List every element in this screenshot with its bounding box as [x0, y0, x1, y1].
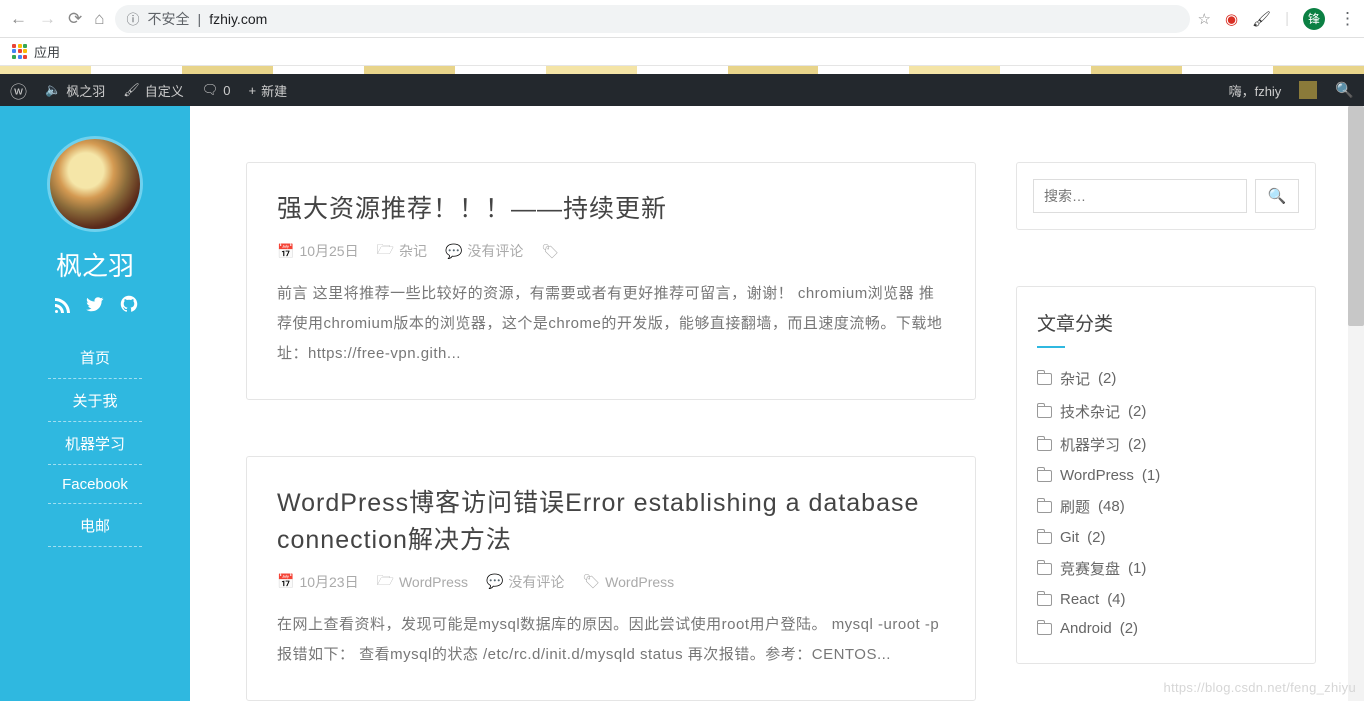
site-menu: 首页 关于我 机器学习 Facebook 电邮 — [0, 336, 190, 547]
separator: | — [198, 11, 202, 27]
folder-icon — [1037, 532, 1052, 544]
category-item[interactable]: React (4) — [1037, 585, 1295, 614]
post-card: WordPress博客访问错误Error establishing a data… — [246, 456, 976, 701]
category-list: 杂记 (2) 技术杂记 (2) 机器学习 (2) WordPress (1) 刷… — [1037, 362, 1295, 643]
page-layout: 枫之羽 首页 关于我 机器学习 Facebook 电邮 强大资源推荐！！！——持… — [0, 106, 1364, 701]
category-item[interactable]: WordPress (1) — [1037, 461, 1295, 490]
nav-buttons: ← → ⟳ ⌂ — [8, 7, 107, 31]
apps-label[interactable]: 应用 — [34, 42, 60, 61]
profile-avatar[interactable]: 锋 — [1303, 8, 1325, 30]
toolbar-icons: ☆ ◉ 🖌 | 锋 ⋮ — [1198, 8, 1357, 30]
menu-home[interactable]: 首页 — [0, 336, 190, 379]
post-excerpt: 前言 这里将推荐一些比较好的资源，有需要或者有更好推荐可留言，谢谢！ chrom… — [277, 279, 945, 369]
watermark: https://blog.csdn.net/feng_zhiyu — [1164, 680, 1356, 695]
folder-icon — [1037, 373, 1052, 385]
category-item[interactable]: Android (2) — [1037, 614, 1295, 643]
scrollbar-thumb[interactable] — [1348, 106, 1364, 326]
apps-icon[interactable] — [12, 44, 28, 60]
title-underline — [1037, 346, 1065, 348]
admin-greeting[interactable]: 嗨，fzhiy — [1229, 81, 1282, 100]
post-excerpt: 在网上查看资料，发现可能是mysql数据库的原因。因此尝试使用root用户登陆。… — [277, 610, 945, 670]
post-meta: 📅 10月25日 🗁 杂记 💬 没有评论 🏷 — [277, 239, 945, 263]
folder-icon — [1037, 563, 1052, 575]
widget-title: 文章分类 — [1037, 309, 1295, 336]
admin-avatar[interactable] — [1299, 81, 1317, 99]
site-sidebar: 枫之羽 首页 关于我 机器学习 Facebook 电邮 — [0, 106, 190, 701]
main-content: 强大资源推荐！！！——持续更新 📅 10月25日 🗁 杂记 💬 没有评论 🏷 前… — [190, 106, 1364, 701]
admin-site-link[interactable]: 🔈 枫之羽 — [45, 81, 105, 100]
color-strip — [0, 66, 1364, 74]
post-list: 强大资源推荐！！！——持续更新 📅 10月25日 🗁 杂记 💬 没有评论 🏷 前… — [246, 162, 976, 701]
folder-icon — [1037, 501, 1052, 513]
right-sidebar: 🔍 文章分类 杂记 (2) 技术杂记 (2) 机器学习 (2) WordPres… — [1016, 162, 1316, 701]
post-comments[interactable]: 💬 没有评论 — [445, 241, 523, 261]
rss-icon[interactable] — [52, 295, 70, 318]
menu-about[interactable]: 关于我 — [0, 379, 190, 422]
admin-search-icon[interactable]: 🔍 — [1335, 81, 1354, 99]
site-avatar[interactable] — [47, 136, 143, 232]
scrollbar[interactable] — [1348, 106, 1364, 701]
post-title[interactable]: WordPress博客访问错误Error establishing a data… — [277, 485, 945, 558]
post-date: 📅 10月23日 — [277, 572, 359, 592]
folder-icon — [1037, 439, 1052, 451]
post-tag[interactable]: 🏷 WordPress — [582, 573, 674, 590]
admin-new[interactable]: + 新建 — [248, 81, 287, 100]
category-item[interactable]: 刷题 (48) — [1037, 490, 1295, 523]
category-item[interactable]: 技术杂记 (2) — [1037, 395, 1295, 428]
category-item[interactable]: 竞赛复盘 (1) — [1037, 552, 1295, 585]
category-item[interactable]: 杂记 (2) — [1037, 362, 1295, 395]
wordpress-logo-icon[interactable]: ⓦ — [10, 78, 27, 103]
post-date: 📅 10月25日 — [277, 241, 359, 261]
url-text: fzhiy.com — [209, 11, 267, 27]
folder-icon — [1037, 406, 1052, 418]
menu-facebook[interactable]: Facebook — [0, 465, 190, 504]
info-icon[interactable]: ⓘ — [127, 9, 140, 28]
back-button[interactable]: ← — [8, 7, 29, 31]
category-item[interactable]: Git (2) — [1037, 523, 1295, 552]
divider: | — [1285, 10, 1289, 27]
category-item[interactable]: 机器学习 (2) — [1037, 428, 1295, 461]
security-label: 不安全 — [148, 9, 190, 29]
search-widget: 🔍 — [1016, 162, 1316, 230]
folder-icon — [1037, 470, 1052, 482]
site-title[interactable]: 枫之羽 — [0, 246, 190, 283]
browser-toolbar: ← → ⟳ ⌂ ⓘ 不安全 | fzhiy.com ☆ ◉ 🖌 | 锋 ⋮ — [0, 0, 1364, 38]
admin-comments[interactable]: 🗨 0 — [202, 82, 231, 98]
post-title[interactable]: 强大资源推荐！！！——持续更新 — [277, 191, 945, 227]
reload-button[interactable]: ⟳ — [66, 7, 84, 31]
categories-widget: 文章分类 杂记 (2) 技术杂记 (2) 机器学习 (2) WordPress … — [1016, 286, 1316, 664]
admin-customize[interactable]: 🖌 自定义 — [123, 81, 184, 100]
post-card: 强大资源推荐！！！——持续更新 📅 10月25日 🗁 杂记 💬 没有评论 🏷 前… — [246, 162, 976, 400]
search-button[interactable]: 🔍 — [1255, 179, 1299, 213]
social-links — [0, 295, 190, 318]
folder-icon — [1037, 594, 1052, 606]
twitter-icon[interactable] — [86, 295, 104, 318]
bookmark-star-icon[interactable]: ☆ — [1198, 10, 1211, 28]
address-bar[interactable]: ⓘ 不安全 | fzhiy.com — [115, 5, 1190, 33]
post-category[interactable]: 🗁 WordPress — [377, 570, 468, 594]
wp-admin-bar: ⓦ 🔈 枫之羽 🖌 自定义 🗨 0 + 新建 嗨，fzhiy 🔍 — [0, 74, 1364, 106]
menu-ml[interactable]: 机器学习 — [0, 422, 190, 465]
home-button[interactable]: ⌂ — [92, 7, 106, 31]
location-pin-icon[interactable]: ◉ — [1225, 10, 1238, 28]
tag-icon: 🏷 — [541, 243, 559, 260]
extension-icon[interactable]: 🖌 — [1252, 10, 1271, 28]
post-meta: 📅 10月23日 🗁 WordPress 💬 没有评论 🏷 WordPress — [277, 570, 945, 594]
github-icon[interactable] — [120, 295, 138, 318]
post-category[interactable]: 🗁 杂记 — [377, 239, 427, 263]
folder-icon — [1037, 623, 1052, 635]
menu-email[interactable]: 电邮 — [0, 504, 190, 547]
chrome-menu-icon[interactable]: ⋮ — [1339, 9, 1356, 29]
search-input[interactable] — [1033, 179, 1247, 213]
forward-button[interactable]: → — [37, 7, 58, 31]
post-comments[interactable]: 💬 没有评论 — [486, 572, 564, 592]
bookmarks-bar: 应用 — [0, 38, 1364, 66]
